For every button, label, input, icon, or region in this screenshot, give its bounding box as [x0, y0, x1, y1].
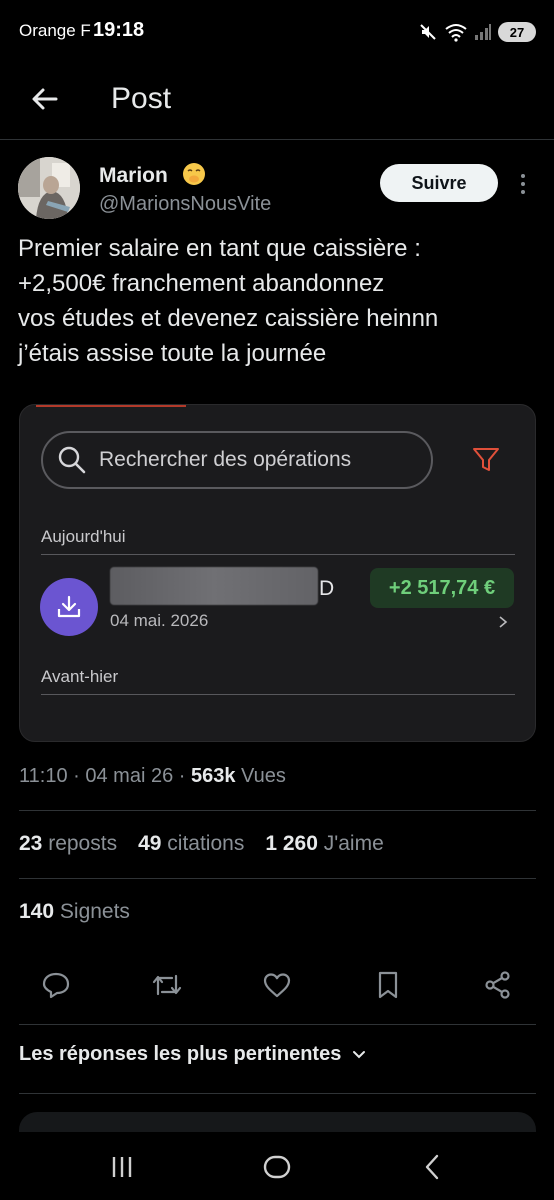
transaction-name-suffix: D — [319, 577, 335, 600]
search-input: Rechercher des opérations — [41, 431, 433, 489]
divider — [19, 1093, 536, 1094]
replies-sort-dropdown[interactable]: Les réponses les plus pertinentes — [19, 1043, 367, 1066]
transaction-date: 04 mai. 2026 — [110, 611, 209, 630]
filter-icon — [473, 448, 499, 471]
divider — [41, 694, 515, 695]
like-button[interactable] — [257, 965, 297, 1005]
divider — [19, 810, 536, 811]
chevron-right-icon — [499, 616, 508, 628]
post-date: 04 mai 26 — [85, 765, 174, 787]
back-icon — [425, 1154, 439, 1180]
media-accent-line — [36, 405, 186, 407]
post-stats: 23 reposts 49 citations 1 260 J'aime — [19, 832, 405, 856]
mute-icon — [420, 24, 436, 40]
recents-button[interactable] — [102, 1150, 142, 1184]
download-icon — [40, 578, 98, 636]
quotes-label: citations — [167, 832, 245, 855]
post-actions — [0, 965, 554, 1005]
reposts-label: reposts — [48, 832, 118, 855]
bookmarks-label: Signets — [59, 900, 130, 923]
reply-icon — [42, 972, 70, 999]
divider — [19, 1024, 536, 1025]
carrier-label: Orange F — [19, 21, 91, 40]
replies-sort-label: Les réponses les plus pertinentes — [19, 1043, 342, 1065]
post-media-image[interactable]: Rechercher des opérations Aujourd'hui D … — [19, 404, 536, 742]
follow-button[interactable]: Suivre — [380, 164, 498, 202]
views-label: Vues — [241, 765, 286, 787]
quotes-count: 49 — [138, 832, 162, 855]
divider — [41, 554, 515, 555]
status-icons: 27 — [418, 20, 536, 44]
likes-stat[interactable]: 1 260 J'aime — [265, 832, 383, 856]
search-icon — [58, 446, 86, 474]
transaction-amount: +2 517,74 € — [370, 568, 514, 608]
face-with-hand-over-mouth-emoji — [183, 163, 205, 185]
chevron-down-icon — [353, 1050, 366, 1058]
recents-icon — [112, 1157, 132, 1177]
author-name[interactable]: Marion — [99, 164, 168, 188]
bookmarks-stat[interactable]: 140 Signets — [19, 900, 130, 924]
section-label-today: Aujourd'hui — [41, 527, 126, 546]
battery-icon: 27 — [498, 22, 536, 42]
meta-separator: · — [73, 765, 86, 787]
share-icon — [485, 971, 510, 999]
system-back-button[interactable] — [412, 1150, 452, 1184]
quotes-stat[interactable]: 49 citations — [138, 832, 244, 856]
divider — [19, 878, 536, 879]
reposts-count: 23 — [19, 832, 43, 855]
more-vertical-icon[interactable] — [516, 169, 530, 199]
like-icon — [263, 973, 291, 998]
bookmarks-count: 140 — [19, 900, 55, 923]
redacted-merchant-name — [110, 567, 318, 605]
system-nav-bar — [0, 1132, 554, 1200]
status-bar: Orange F 19:18 27 — [0, 0, 554, 62]
signal-icon — [475, 24, 491, 40]
author-handle[interactable]: @MarionsNousVite — [99, 193, 271, 216]
reply-button[interactable] — [36, 965, 76, 1005]
top-header: Post — [0, 62, 554, 140]
arrow-left-icon[interactable] — [28, 82, 62, 116]
repost-button[interactable] — [147, 965, 187, 1005]
post-time: 11:10 — [19, 765, 68, 787]
likes-count: 1 260 — [265, 832, 318, 855]
post-text: Premier salaire en tant que caissière : … — [18, 235, 439, 367]
post-meta: 11:10 · 04 mai 26 · 563k Vues — [19, 765, 286, 788]
wifi-icon — [445, 24, 467, 42]
home-icon — [263, 1155, 291, 1179]
share-button[interactable] — [478, 965, 518, 1005]
section-label-before-yesterday: Avant-hier — [41, 667, 119, 686]
avatar[interactable] — [18, 157, 80, 219]
bookmark-button[interactable] — [368, 965, 408, 1005]
post-author: Marion @MarionsNousVite Suivre — [18, 157, 538, 223]
bookmark-icon — [378, 971, 398, 999]
status-time: 19:18 — [93, 19, 145, 41]
views-count: 563k — [190, 765, 236, 787]
repost-icon — [152, 974, 182, 996]
likes-label: J'aime — [323, 832, 384, 855]
meta-separator: · — [178, 765, 191, 787]
home-button[interactable] — [257, 1150, 297, 1184]
page-title: Post — [111, 82, 172, 115]
reposts-stat[interactable]: 23 reposts — [19, 832, 117, 856]
search-placeholder: Rechercher des opérations — [99, 448, 352, 471]
